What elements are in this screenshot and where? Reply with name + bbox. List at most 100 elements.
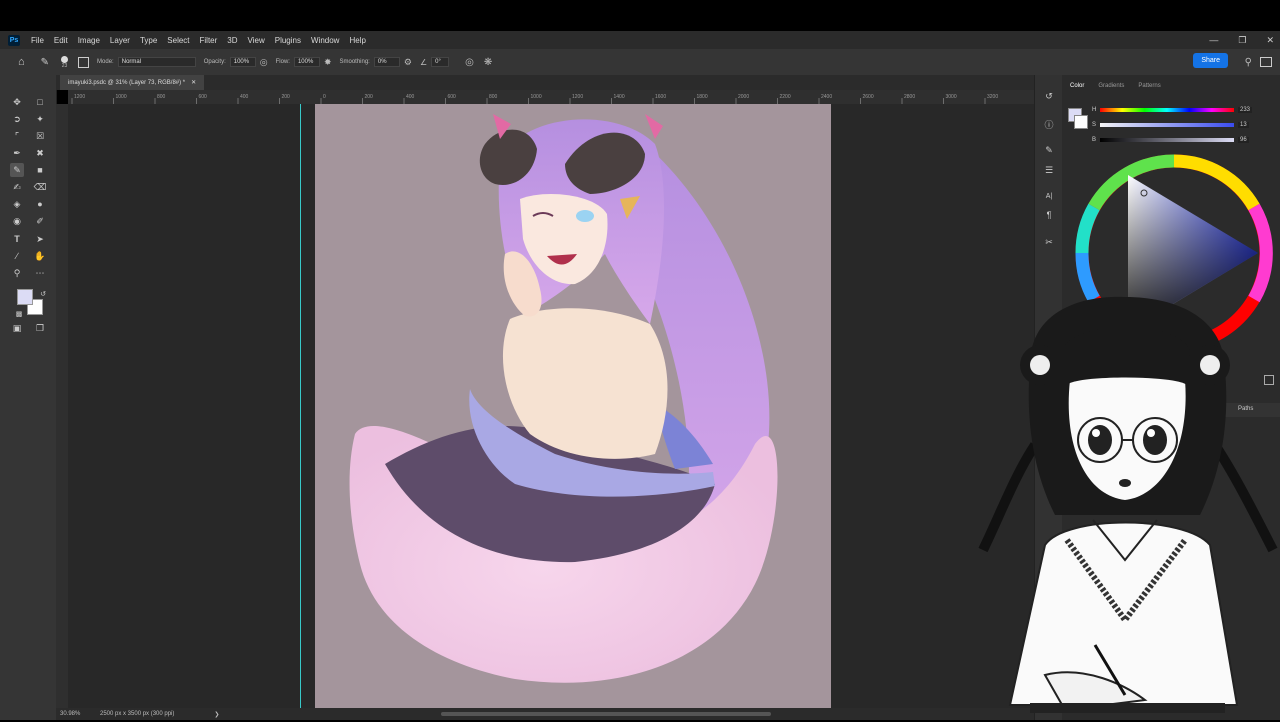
default-colors-icon[interactable]: ▩ <box>12 307 26 321</box>
tab-color[interactable]: Color <box>1070 83 1084 89</box>
mode-label: Mode: <box>97 59 114 65</box>
guide-line[interactable] <box>300 104 301 708</box>
lasso-tool-icon[interactable]: ➲ <box>10 112 24 126</box>
document-tab-bar: imayuki3.psdc @ 31% (Layer 73, RGB/8#) *… <box>56 75 1034 90</box>
saturation-value[interactable]: 13 <box>1238 122 1249 128</box>
opacity-field[interactable]: 100% <box>229 57 256 67</box>
menu-view[interactable]: View <box>243 36 270 45</box>
ruler-ticks: 1200 1000 800 600 400 200 0 200 400 600 800 1000 120… <box>71 94 998 104</box>
brush-settings-icon[interactable] <box>78 56 90 68</box>
history-panel-icon[interactable]: ↺ <box>1042 89 1056 103</box>
hue-value[interactable]: 233 <box>1238 107 1253 113</box>
search-icon[interactable]: ⚲ <box>1245 57 1252 68</box>
brightness-value[interactable]: 96 <box>1238 137 1249 143</box>
magic-wand-icon[interactable]: ✦ <box>33 112 47 126</box>
horizontal-scrollbar[interactable] <box>441 712 771 716</box>
brightness-label: B <box>1092 137 1097 143</box>
healing-brush-icon[interactable]: ✖ <box>33 146 47 160</box>
flow-label: Flow: <box>275 59 290 65</box>
color-panel-tabs: Color Gradients Patterns <box>1062 83 1161 89</box>
stamp-tool-icon[interactable]: ■ <box>33 163 47 177</box>
smoothing-field[interactable]: 0% <box>373 57 400 67</box>
workspace-icon[interactable] <box>1260 57 1272 67</box>
menu-window[interactable]: Window <box>306 36 344 45</box>
brush-tool-active-icon[interactable]: ✎ <box>10 163 24 177</box>
menu-type[interactable]: Type <box>135 36 162 45</box>
brightness-slider[interactable] <box>1100 138 1234 142</box>
eraser-tool-icon[interactable]: ⌫ <box>33 180 47 194</box>
maximize-icon[interactable]: ❐ <box>1238 35 1246 46</box>
hue-slider[interactable] <box>1100 108 1234 112</box>
tab-gradients[interactable]: Gradients <box>1098 83 1124 89</box>
canvas-artwork[interactable] <box>315 104 831 708</box>
menu-plugins[interactable]: Plugins <box>270 36 306 45</box>
path-selection-icon[interactable]: ➤ <box>33 232 47 246</box>
info-panel-icon[interactable]: ⓘ <box>1042 117 1056 131</box>
menu-3d[interactable]: 3D <box>222 36 242 45</box>
dodge-tool-icon[interactable]: ◉ <box>10 214 24 228</box>
share-button[interactable]: Share <box>1193 53 1228 68</box>
opacity-label: Opacity: <box>203 59 226 65</box>
pressure-size-icon[interactable]: ◎ <box>465 57 474 68</box>
ruler-tick-label: 200 <box>282 94 291 100</box>
foreground-color-swatch[interactable] <box>17 289 33 305</box>
paint-bucket-icon[interactable]: ◈ <box>10 197 24 211</box>
zoom-tool-icon[interactable]: ⚲ <box>10 266 24 280</box>
toolbox: ✥ □ ➲ ✦ ⌜ ☒ ✒ ✖ ✎ ■ ✍ ⌫ ◈ ● ◉ ✐ T ➤ ∕ ✋ … <box>0 75 57 720</box>
panel-background-swatch[interactable] <box>1074 115 1088 129</box>
history-brush-icon[interactable]: ✍ <box>10 180 24 194</box>
swap-colors-icon[interactable]: ↺ <box>36 287 50 301</box>
smoothing-gear-icon[interactable]: ⚙ <box>404 57 412 68</box>
paragraph-panel-icon[interactable]: ¶ <box>1042 208 1056 222</box>
close-tab-icon[interactable]: ✕ <box>191 79 196 86</box>
symmetry-icon[interactable]: ❋ <box>484 57 492 68</box>
pressure-opacity-icon[interactable]: ◎ <box>260 57 268 68</box>
menu-select[interactable]: Select <box>162 36 194 45</box>
eyedropper-icon[interactable]: ✒ <box>10 146 24 160</box>
frame-tool-icon[interactable]: ☒ <box>33 129 47 143</box>
menu-filter[interactable]: Filter <box>195 36 223 45</box>
menu-edit[interactable]: Edit <box>49 36 73 45</box>
more-tools-icon[interactable]: ⋯ <box>33 266 47 280</box>
saturation-slider[interactable] <box>1100 123 1234 127</box>
menu-help[interactable]: Help <box>344 36 370 45</box>
zoom-level[interactable]: 30.98% <box>60 711 100 717</box>
close-icon[interactable]: ✕ <box>1266 35 1274 46</box>
marquee-tool-icon[interactable]: □ <box>33 95 47 109</box>
ruler-tick-label: 1200 <box>74 94 85 100</box>
mode-select[interactable]: Normal <box>117 57 196 67</box>
type-tool-icon[interactable]: T <box>10 232 24 246</box>
angle-field[interactable]: 0° <box>431 57 450 67</box>
crop-tool-icon[interactable]: ⌜ <box>10 129 24 143</box>
quick-mask-icon[interactable]: ▣ <box>10 321 24 335</box>
flow-field[interactable]: 100% <box>293 57 320 67</box>
ruler-tick-label: 2200 <box>780 94 791 100</box>
pen-tool-icon[interactable]: ✐ <box>33 214 47 228</box>
menu-file[interactable]: File <box>26 36 49 45</box>
status-arrow-icon[interactable]: ❯ <box>214 711 219 718</box>
tab-patterns[interactable]: Patterns <box>1138 83 1160 89</box>
ruler-tick-label: 1400 <box>614 94 625 100</box>
brush-preset-picker[interactable]: 23 <box>61 55 69 69</box>
document-tab[interactable]: imayuki3.psdc @ 31% (Layer 73, RGB/8#) *… <box>60 75 205 90</box>
ruler-tick-label: 400 <box>406 94 415 100</box>
screen-mode-icon[interactable]: ❐ <box>33 321 47 335</box>
line-tool-icon[interactable]: ∕ <box>10 249 24 263</box>
move-tool-icon[interactable]: ✥ <box>10 95 24 109</box>
brush-panel-icon[interactable]: ✎ <box>1042 143 1056 157</box>
brush-size-value: 23 <box>61 62 68 69</box>
hue-label: H <box>1092 107 1097 113</box>
menu-image[interactable]: Image <box>73 36 105 45</box>
blur-tool-icon[interactable]: ● <box>33 197 47 211</box>
minimize-icon[interactable]: — <box>1209 35 1218 45</box>
adjustments-panel-icon[interactable]: ☰ <box>1042 163 1056 177</box>
hand-tool-icon[interactable]: ✋ <box>33 249 47 263</box>
airbrush-icon[interactable]: ✸ <box>324 57 332 68</box>
home-icon[interactable]: ⌂ <box>18 56 25 68</box>
document-tab-title: imayuki3.psdc @ 31% (Layer 73, RGB/8#) * <box>68 79 186 86</box>
ruler-tick-label: 400 <box>240 94 249 100</box>
document-info[interactable]: 2500 px x 3500 px (300 ppi) <box>100 711 174 717</box>
menu-layer[interactable]: Layer <box>105 36 135 45</box>
character-panel-icon[interactable]: A| <box>1042 189 1056 203</box>
brush-tool-icon[interactable]: ✎ <box>41 57 49 68</box>
